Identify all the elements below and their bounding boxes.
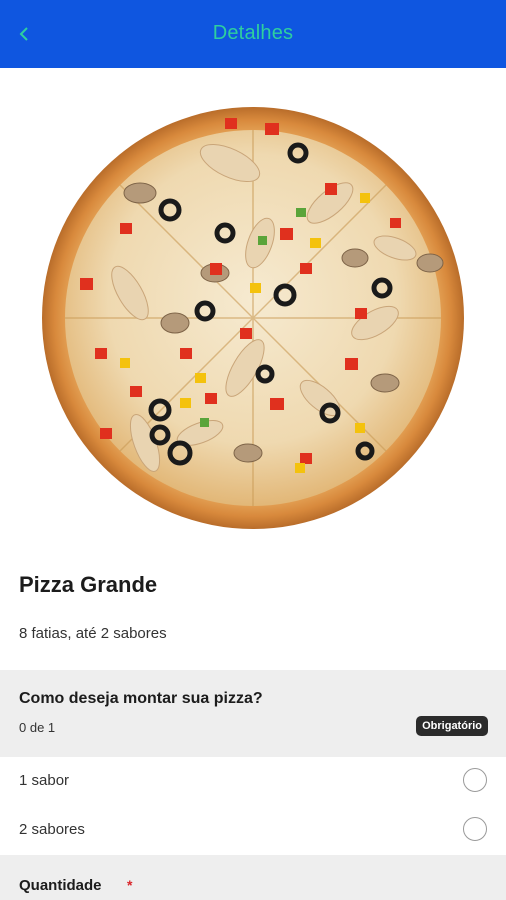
product-name: Pizza Grande xyxy=(19,572,158,597)
radio-button[interactable] xyxy=(463,817,487,841)
app-bar: Detalhes xyxy=(0,0,506,68)
required-badge: Obrigatório xyxy=(416,716,488,736)
option-2-sabores[interactable]: 2 sabores xyxy=(0,806,506,856)
product-description: 8 fatias, até 2 sabores xyxy=(19,625,167,642)
radio-button[interactable] xyxy=(463,768,487,792)
options-section-title: Como deseja montar sua pizza? xyxy=(19,690,263,707)
option-label: 2 sabores xyxy=(19,821,85,838)
quantity-section-header: Quantidade * xyxy=(0,855,506,900)
option-label: 1 sabor xyxy=(19,772,70,789)
options-section-header: Como deseja montar sua pizza? 0 de 1 Obr… xyxy=(0,670,506,757)
product-image xyxy=(0,68,506,548)
option-1-sabor[interactable]: 1 sabor xyxy=(0,757,506,807)
page-title: Detalhes xyxy=(212,22,294,44)
options-selection-count: 0 de 1 xyxy=(19,720,56,735)
pizza-photo xyxy=(42,107,464,529)
quantity-label: Quantidade xyxy=(19,877,102,894)
required-asterisk: * xyxy=(127,877,133,893)
